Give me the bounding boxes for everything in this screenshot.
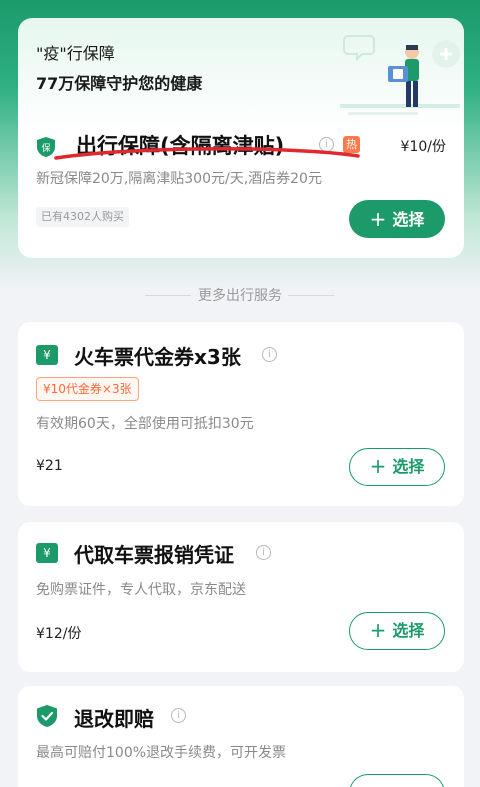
- info-icon[interactable]: i: [171, 708, 186, 723]
- select-button[interactable]: [349, 774, 445, 787]
- hero-subtitle: 77万保障守护您的健康: [36, 74, 203, 93]
- coupon-tag: ¥10代金券×3张: [36, 377, 139, 401]
- traveler-illustration-icon: [340, 35, 460, 115]
- plus-icon: +: [369, 207, 387, 231]
- service-title: 代取车票报销凭证: [74, 543, 234, 567]
- section-title: 更多出行服务: [198, 288, 282, 304]
- service-card-refund-guarantee[interactable]: 退改即赔 i 最高可赔付100%退改手续费，可开发票: [18, 686, 464, 787]
- featured-insurance-card: "疫"行保障 77万保障守护您的健康 保 出行保障(含隔离津贴) i 热 ¥10…: [18, 18, 464, 258]
- featured-select-button[interactable]: + 选择: [349, 200, 445, 238]
- divider-line-left: [145, 295, 191, 296]
- featured-product-description: 新冠保障20万,隔离津贴300元/天,酒店券20元: [36, 171, 322, 187]
- ticket-coupon-icon: ¥: [36, 345, 58, 365]
- plus-icon: +: [369, 618, 387, 642]
- info-icon[interactable]: i: [262, 347, 277, 362]
- red-strikethrough-annotation: [54, 147, 360, 160]
- service-description: 有效期60天，全部使用可抵扣30元: [36, 416, 254, 432]
- select-label: 选择: [392, 210, 425, 229]
- shield-check-icon: [37, 705, 57, 727]
- select-button[interactable]: + 选择: [349, 612, 445, 650]
- featured-product-price: ¥10/份: [400, 139, 446, 155]
- service-title: 退改即赔: [74, 707, 154, 731]
- receipt-icon: ¥: [36, 543, 58, 563]
- service-description: 最高可赔付100%退改手续费，可开发票: [36, 745, 287, 761]
- svg-text:保: 保: [41, 142, 50, 154]
- purchase-count-badge: 已有4302人购买: [36, 207, 129, 227]
- service-price: ¥21: [36, 458, 63, 474]
- divider-line-right: [288, 295, 334, 296]
- info-icon[interactable]: i: [256, 545, 271, 560]
- select-label: 选择: [392, 457, 425, 476]
- section-divider: 更多出行服务: [0, 285, 480, 305]
- service-description: 免购票证件，专人代取，京东配送: [36, 582, 246, 598]
- service-card-train-coupon[interactable]: ¥ 火车票代金券x3张 i ¥10代金券×3张 有效期60天，全部使用可抵扣30…: [18, 322, 464, 506]
- service-card-receipt-pickup[interactable]: ¥ 代取车票报销凭证 i 免购票证件，专人代取，京东配送 ¥12/份 + 选择: [18, 522, 464, 672]
- select-label: 选择: [392, 621, 425, 640]
- hero-title: "疫"行保障: [36, 44, 115, 63]
- service-price: ¥12/份: [36, 626, 82, 642]
- service-title: 火车票代金券x3张: [74, 345, 241, 369]
- select-button[interactable]: + 选择: [349, 448, 445, 486]
- plus-icon: +: [369, 454, 387, 478]
